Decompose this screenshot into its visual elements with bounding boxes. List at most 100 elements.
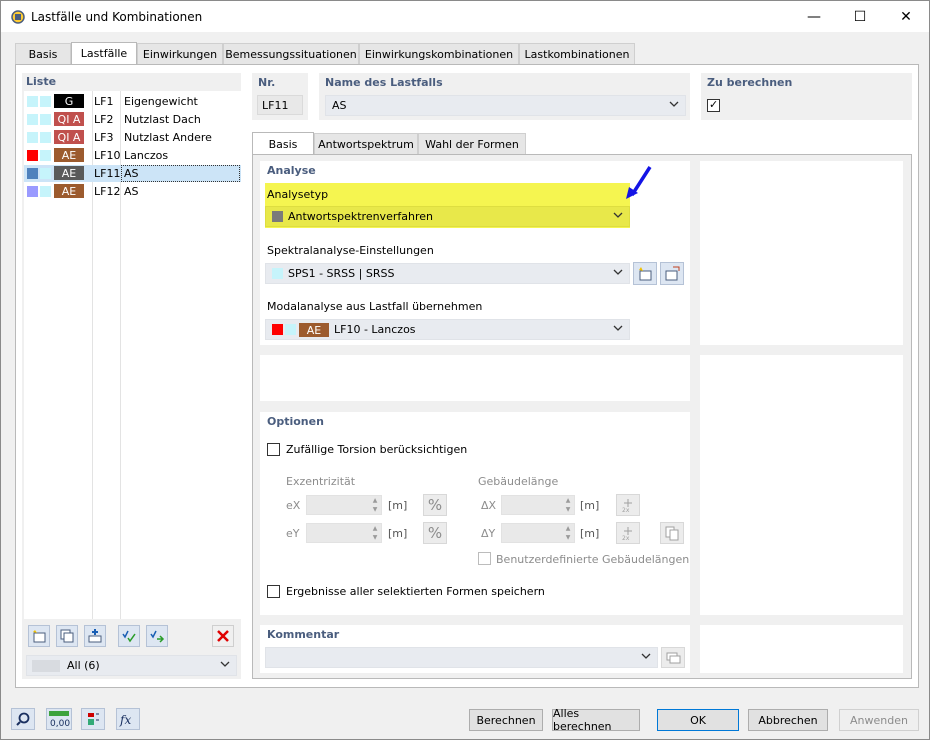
list-title: Liste <box>26 75 57 88</box>
list-item[interactable]: AE LF10 Lanczos <box>24 147 244 164</box>
title-bar: Lastfälle und Kombinationen — ☐ ✕ <box>1 1 929 32</box>
dy-unit: [m] <box>580 527 600 540</box>
berechnen-button[interactable]: Berechnen <box>469 709 543 731</box>
type-swatch <box>272 211 283 222</box>
spectral-label: Spektralanalyse-Einstellungen <box>267 244 434 257</box>
modal-value: LF10 - Lanczos <box>334 323 416 336</box>
tab-lastfaelle[interactable]: Lastfälle <box>71 42 137 64</box>
subtab-wahl-der-formen[interactable]: Wahl der Formen <box>418 133 526 154</box>
nr-group: Nr. LF11 <box>252 73 308 120</box>
units-button[interactable]: 0,00 <box>46 708 72 730</box>
tab-basis[interactable]: Basis <box>15 43 71 64</box>
tab-label: Lastfälle <box>80 47 128 60</box>
tab-lastkombinationen[interactable]: Lastkombinationen <box>519 43 635 64</box>
tab-label: Wahl der Formen <box>425 137 519 151</box>
edit-spectral-button[interactable] <box>660 262 684 285</box>
anwenden-button[interactable]: Anwenden <box>839 709 919 731</box>
subtab-basis[interactable]: Basis <box>252 132 314 155</box>
insert-case-button[interactable] <box>84 625 106 647</box>
list-item[interactable]: QI A LF3 Nutzlast Andere <box>24 129 244 146</box>
subtab-antwortspektrum[interactable]: Antwortspektrum <box>314 133 418 154</box>
nr-label: Nr. <box>258 76 276 89</box>
spectral-select[interactable]: SPS1 - SRSS | SRSS <box>265 263 630 284</box>
tab-label: Einwirkungskombinationen <box>364 47 514 61</box>
case-category-tag: AE <box>54 184 84 198</box>
formula-button[interactable]: fx <box>116 708 140 730</box>
list-item[interactable]: AE LF12 AS <box>24 183 244 200</box>
alles-berechnen-button[interactable]: Alles berechnen <box>552 707 640 733</box>
tab-label: Basis <box>268 137 298 151</box>
chevron-down-icon <box>641 653 651 659</box>
case-color-swatch <box>27 96 38 107</box>
minimize-button[interactable]: — <box>791 1 837 32</box>
list-item[interactable]: AE LF11 AS <box>24 165 244 182</box>
maximize-icon: ☐ <box>853 8 867 25</box>
close-icon: ✕ <box>900 8 912 25</box>
case-swatch-2 <box>40 150 51 161</box>
name-value: AS <box>332 99 347 112</box>
copy-icon <box>665 526 679 541</box>
toggle-check-button[interactable] <box>146 625 168 647</box>
spectral-swatch <box>272 268 283 279</box>
list-filter-select[interactable]: All (6) <box>26 655 237 676</box>
case-name: Nutzlast Dach <box>124 113 201 126</box>
check-all-button[interactable] <box>118 625 140 647</box>
tab-label: Antwortspektrum <box>318 137 414 151</box>
list-item[interactable]: G LF1 Eigengewicht <box>24 93 244 110</box>
new-case-button[interactable] <box>28 625 50 647</box>
modal-label: Modalanalyse aus Lastfall übernehmen <box>267 300 483 313</box>
name-select[interactable]: AS <box>325 95 686 116</box>
maximize-button[interactable]: ☐ <box>837 1 883 32</box>
copy-case-button[interactable] <box>56 625 78 647</box>
copy-length-button[interactable] <box>660 522 684 544</box>
chevron-down-icon <box>220 661 230 667</box>
building-length-icon: 2x <box>622 499 632 513</box>
help-button[interactable] <box>11 708 35 730</box>
tab-label: Lastkombinationen <box>524 47 630 61</box>
dy-input[interactable]: ▲ ▼ <box>501 523 575 543</box>
svg-text:fx: fx <box>119 713 131 727</box>
torsion-checkbox[interactable] <box>267 443 280 456</box>
new-spectral-button[interactable] <box>633 262 657 285</box>
tab-bemessungssituationen[interactable]: Bemessungssituationen <box>223 43 359 64</box>
kommentar-input[interactable] <box>265 647 658 668</box>
dx-calc-button[interactable]: 2x <box>616 494 640 516</box>
list-item[interactable]: QI A LF2 Nutzlast Dach <box>24 111 244 128</box>
ey-percent-button[interactable]: % <box>423 522 447 544</box>
case-category-tag: AE <box>54 166 84 180</box>
save-results-checkbox[interactable] <box>267 585 280 598</box>
filter-value: All (6) <box>67 659 100 672</box>
delete-case-button[interactable] <box>212 625 234 647</box>
dy-calc-button[interactable]: 2x <box>616 522 640 544</box>
button-label: Anwenden <box>850 713 908 727</box>
close-button[interactable]: ✕ <box>883 1 929 32</box>
case-id: LF10 <box>94 149 121 162</box>
units-icon: 0,00 <box>49 711 70 728</box>
calc-checkbox[interactable]: ✓ <box>707 98 720 112</box>
tab-einwirkungen[interactable]: Einwirkungen <box>137 43 223 64</box>
case-category-tag: AE <box>54 148 84 162</box>
optionen-title: Optionen <box>267 415 324 428</box>
abbrechen-button[interactable]: Abbrechen <box>748 709 828 731</box>
ex-input[interactable]: ▲ ▼ <box>306 495 382 515</box>
analysetyp-select[interactable]: Antwortspektrenverfahren <box>265 206 630 227</box>
tab-einwirkungskombinationen[interactable]: Einwirkungskombinationen <box>359 43 519 64</box>
exzentr-label: Exzentrizität <box>286 475 356 488</box>
ey-input[interactable]: ▲ ▼ <box>306 523 382 543</box>
display-button[interactable] <box>81 708 105 730</box>
ex-label: eX <box>286 499 301 512</box>
kommentar-library-button[interactable] <box>661 647 685 668</box>
ok-button[interactable]: OK <box>657 709 739 731</box>
ex-percent-button[interactable]: % <box>423 494 447 516</box>
search-icon <box>16 712 30 726</box>
dx-input[interactable]: ▲ ▼ <box>501 495 575 515</box>
custom-length-checkbox[interactable] <box>478 552 491 565</box>
svg-text:2x: 2x <box>622 535 630 541</box>
analysetyp-label: Analysetyp <box>267 188 329 201</box>
name-group: Name des Lastfalls AS <box>319 73 690 120</box>
case-color-swatch <box>27 150 38 161</box>
custom-length-label: Benutzerdefinierte Gebäudelängen <box>496 553 690 566</box>
modal-select[interactable]: AE LF10 - Lanczos <box>265 319 630 340</box>
percent-icon: % <box>427 496 443 514</box>
button-label: Berechnen <box>476 713 536 727</box>
